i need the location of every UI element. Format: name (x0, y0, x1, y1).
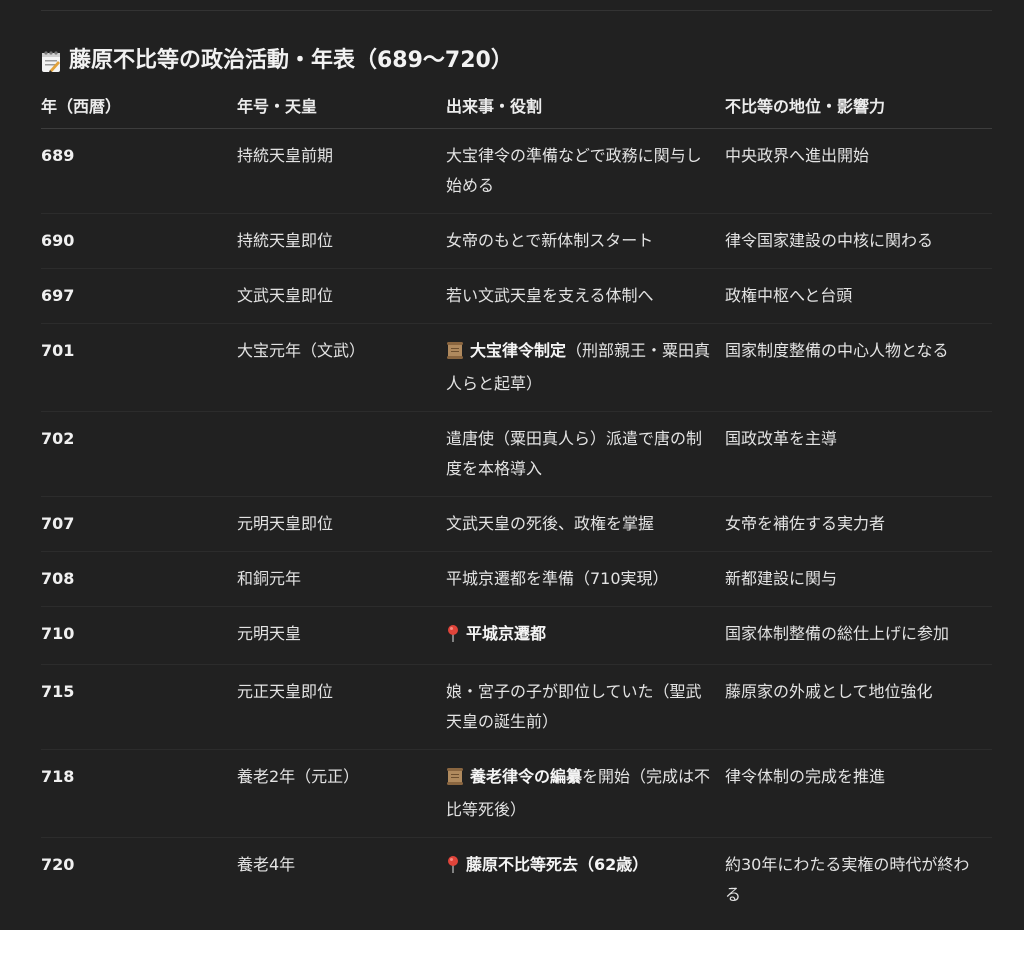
scroll-icon (446, 339, 464, 369)
year-cell: 708 (41, 551, 237, 607)
year-cell: 701 (41, 323, 237, 412)
event-cell: 大宝律令制定（刑部親王・粟田真人らと起草） (446, 323, 725, 412)
event-text: 文武天皇の死後、政権を掌握 (446, 514, 655, 533)
event-highlight: 藤原不比等死去（62歳） (466, 855, 649, 874)
pin-icon (446, 853, 460, 883)
era-cell: 持統天皇前期 (237, 128, 446, 214)
header-era: 年号・天皇 (237, 83, 446, 129)
influence-cell: 女帝を補佐する実力者 (725, 496, 992, 552)
header-event: 出来事・役割 (446, 83, 725, 129)
table-row: 701 大宝元年（文武） 大宝律令制定（刑部親王・粟田真人らと起草） 国家制度整… (41, 323, 992, 412)
table-header-row: 年（西暦） 年号・天皇 出来事・役割 不比等の地位・影響力 (41, 83, 992, 129)
year-cell: 702 (41, 411, 237, 497)
event-cell: 平城京遷都 (446, 606, 725, 665)
era-cell (237, 411, 446, 497)
era-cell: 持統天皇即位 (237, 213, 446, 269)
table-row: 718 養老2年（元正） 養老律令の編纂を開始（完成は不比等死後） 律令体制の完… (41, 749, 992, 838)
scroll-icon (446, 765, 464, 795)
influence-cell: 律令体制の完成を推進 (725, 749, 992, 838)
year-cell: 720 (41, 855, 75, 874)
event-text: 大宝律令の準備などで政務に関与し始める (446, 146, 702, 195)
year-cell: 715 (41, 664, 237, 750)
influence-cell: 律令国家建設の中核に関わる (725, 213, 992, 269)
era-cell: 文武天皇即位 (237, 268, 446, 324)
influence-cell: 国政改革を主導 (725, 411, 992, 497)
pin-icon (446, 622, 460, 652)
event-text: 遣唐使（粟田真人ら）派遣で唐の制度を本格導入 (446, 429, 703, 478)
year-cell: 689 (41, 128, 237, 214)
influence-cell: 藤原家の外戚として地位強化 (725, 664, 992, 750)
year-cell: 710 (41, 606, 237, 665)
event-cell: 平城京遷都を準備（710実現） (446, 551, 725, 607)
event-cell: 養老律令の編纂を開始（完成は不比等死後） (446, 749, 725, 838)
year-cell: 697 (41, 268, 237, 324)
event-cell: 遣唐使（粟田真人ら）派遣で唐の制度を本格導入 (446, 411, 725, 497)
year-cell: 707 (41, 496, 237, 552)
table-row: 707 元明天皇即位 文武天皇の死後、政権を掌握 女帝を補佐する実力者 (41, 496, 992, 552)
era-cell: 養老2年（元正） (237, 749, 446, 838)
event-highlight: 平城京遷都 (466, 624, 547, 643)
influence-cell: 新都建設に関与 (725, 551, 992, 607)
event-text: 若い文武天皇を支える体制へ (446, 286, 654, 305)
page-title: 藤原不比等の政治活動・年表（689〜720） (69, 48, 513, 73)
influence-cell: 国家制度整備の中心人物となる (725, 323, 992, 412)
influence-cell: 中央政界へ進出開始 (725, 128, 992, 214)
table-row: 710 元明天皇 平城京遷都 国家体制整備の総仕上げに参加 (41, 606, 992, 665)
header-year: 年（西暦） (41, 83, 237, 129)
section-heading: 藤原不比等の政治活動・年表（689〜720） (41, 44, 513, 78)
event-cell: 大宝律令の準備などで政務に関与し始める (446, 128, 725, 214)
era-cell: 和銅元年 (237, 551, 446, 607)
table-row: 702 遣唐使（粟田真人ら）派遣で唐の制度を本格導入 国政改革を主導 (41, 411, 992, 497)
era-cell: 元明天皇 (237, 606, 446, 665)
event-text: 娘・宮子の子が即位していた（聖武天皇の誕生前） (446, 682, 702, 731)
event-text: 平城京遷都を準備（710実現） (446, 569, 669, 588)
event-cell: 女帝のもとで新体制スタート (446, 213, 725, 269)
era-cell: 養老4年 (237, 855, 296, 874)
influence-cell: 国家体制整備の総仕上げに参加 (725, 606, 992, 665)
table-row: 708 和銅元年 平城京遷都を準備（710実現） 新都建設に関与 (41, 551, 992, 607)
table-row: 689 持統天皇前期 大宝律令の準備などで政務に関与し始める 中央政界へ進出開始 (41, 128, 992, 214)
event-cell: 娘・宮子の子が即位していた（聖武天皇の誕生前） (446, 664, 725, 750)
era-cell: 元正天皇即位 (237, 664, 446, 750)
era-cell: 大宝元年（文武） (237, 323, 446, 412)
year-cell: 690 (41, 213, 237, 269)
influence-cell: 政権中枢へと台頭 (725, 268, 992, 324)
event-highlight: 大宝律令制定 (470, 341, 567, 360)
table-row: 697 文武天皇即位 若い文武天皇を支える体制へ 政権中枢へと台頭 (41, 268, 992, 324)
year-cell: 718 (41, 749, 237, 838)
event-cell: 若い文武天皇を支える体制へ (446, 268, 725, 324)
table-row: 690 持統天皇即位 女帝のもとで新体制スタート 律令国家建設の中核に関わる (41, 213, 992, 269)
influence-cell: 約30年にわたる実権の時代が終わる (725, 855, 970, 904)
header-influence: 不比等の地位・影響力 (725, 83, 992, 129)
chat-response-panel: 藤原不比等の政治活動・年表（689〜720） 年（西暦） 年号・天皇 出来事・役… (0, 0, 1024, 930)
event-highlight: 養老律令の編纂 (470, 767, 583, 786)
memo-icon (41, 50, 61, 73)
event-text: 女帝のもとで新体制スタート (446, 231, 654, 250)
event-cell: 藤原不比等死去（62歳） (446, 838, 725, 923)
event-cell: 文武天皇の死後、政権を掌握 (446, 496, 725, 552)
table-row: 715 元正天皇即位 娘・宮子の子が即位していた（聖武天皇の誕生前） 藤原家の外… (41, 664, 992, 750)
table-row: 720 養老4年 藤原不比等死去（62歳） 約30年にわたる実権の時代が終わる (41, 838, 992, 923)
timeline-table: 年（西暦） 年号・天皇 出来事・役割 不比等の地位・影響力 689 持統天皇前期… (41, 83, 992, 922)
era-cell: 元明天皇即位 (237, 496, 446, 552)
divider (41, 10, 992, 11)
